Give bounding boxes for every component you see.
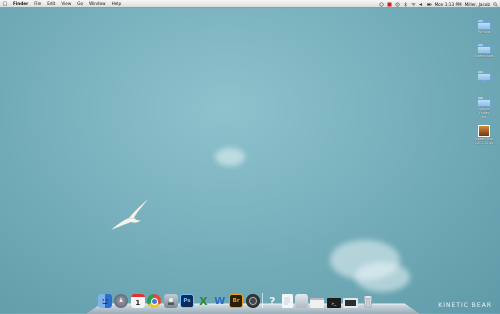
menu-edit[interactable]: Edit [44, 1, 58, 6]
terminal-icon[interactable]: >_ [326, 298, 341, 308]
desktop-folder[interactable]: IT [473, 71, 495, 86]
desktop-item-label: IT [482, 81, 486, 85]
volume-icon[interactable] [419, 2, 424, 7]
trash-icon[interactable] [361, 294, 375, 308]
menu-help[interactable]: Help [109, 1, 125, 6]
menu-go[interactable]: Go [74, 1, 86, 6]
help-label: ? [269, 294, 276, 308]
desktop-item-label: Sample Folder Set [478, 107, 490, 119]
dock-separator [261, 293, 263, 308]
clock-icon[interactable] [245, 294, 260, 308]
status-area: Mon 1:13 PM Miller, Jacob [379, 0, 498, 8]
window-icon[interactable] [310, 298, 325, 308]
finder-icon[interactable] [98, 294, 112, 308]
folder-icon [477, 97, 491, 107]
image-thumbnail-icon [478, 125, 490, 137]
menu-clock[interactable]: Mon 1:13 PM [435, 2, 462, 7]
wifi-icon[interactable] [410, 2, 416, 7]
menu-bar:  Finder File Edit View Go Window Help M… [0, 0, 500, 8]
cloud [355, 262, 410, 292]
photoshop-label: Ps [183, 298, 191, 304]
folder-icon [477, 71, 491, 81]
cloud [215, 148, 245, 166]
calendar-icon[interactable]: 1 [130, 294, 145, 308]
photoshop-icon[interactable]: Ps [179, 294, 194, 308]
launchpad-icon[interactable] [114, 294, 129, 308]
document-icon[interactable] [281, 294, 293, 308]
spotlight-icon[interactable] [493, 1, 498, 7]
screen-icon[interactable] [343, 298, 359, 308]
menu-user[interactable]: Miller, Jacob [465, 2, 490, 7]
bluetooth-icon[interactable] [403, 1, 408, 7]
watermark-text: KINETIC BEAR [438, 302, 492, 309]
word-icon[interactable]: W [213, 294, 227, 308]
dock: 1 Ps X W Br ? >_ [98, 290, 375, 308]
menu-view[interactable]: View [58, 1, 74, 6]
desktop-folder[interactable]: Portfolio [473, 20, 495, 35]
folder-icon [477, 44, 491, 54]
calendar-date: 1 [135, 298, 141, 307]
desktop-item-label: Portfolio [477, 30, 491, 34]
terminal-prompt-icon: >_ [331, 300, 337, 306]
time-machine-icon[interactable] [395, 2, 400, 7]
menu-app-name[interactable]: Finder [10, 1, 31, 6]
excel-label: X [199, 294, 208, 308]
desktop-item-label: Screenshots [474, 54, 494, 58]
apple-menu-icon[interactable]:  [0, 1, 10, 7]
menu-window[interactable]: Window [86, 1, 109, 6]
adobe-status-icon[interactable] [387, 2, 392, 7]
help-icon[interactable]: ? [265, 294, 279, 308]
bridge-icon[interactable]: Br [229, 294, 244, 308]
stack-icon[interactable] [295, 294, 309, 308]
battery-icon[interactable] [426, 2, 432, 7]
excel-icon[interactable]: X [196, 294, 210, 308]
sync-status-icon[interactable] [379, 2, 384, 7]
desktop-folder[interactable]: Screenshots [473, 44, 495, 59]
seagull-image [111, 199, 148, 230]
desktop-item-label: Screen Shot 2011-12-xx [474, 137, 494, 145]
preview-icon[interactable] [163, 294, 178, 308]
word-label: W [214, 295, 226, 307]
desktop-image-file[interactable]: Screen Shot 2011-12-xx [473, 125, 495, 146]
menu-file[interactable]: File [31, 1, 44, 6]
bridge-label: Br [232, 298, 240, 304]
desktop-folder[interactable]: Sample Folder Set [473, 97, 495, 120]
folder-icon [477, 20, 491, 30]
chrome-icon[interactable] [147, 294, 162, 308]
